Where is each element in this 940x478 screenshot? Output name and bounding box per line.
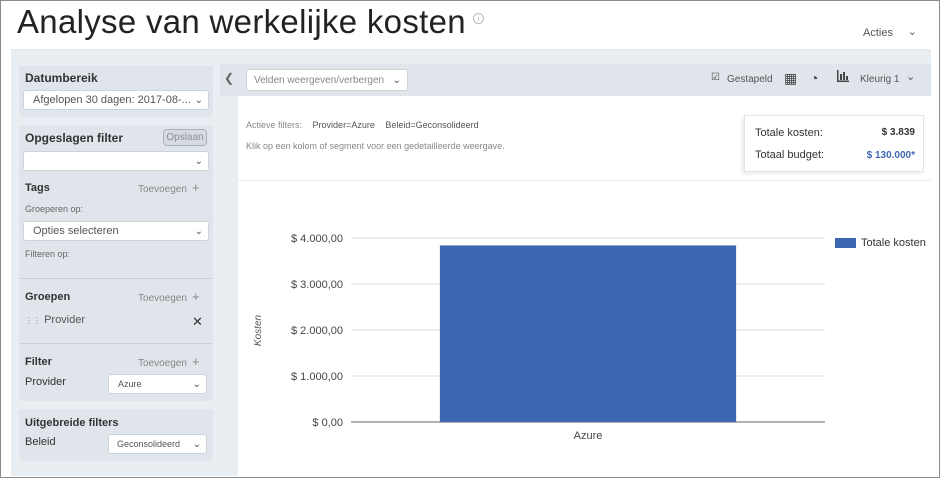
actions-label: Acties: [863, 27, 893, 39]
tags-options-select[interactable]: Opties selecteren ⌄: [23, 221, 209, 241]
divider: [19, 343, 213, 344]
chevron-down-icon[interactable]: ⌄: [906, 70, 915, 83]
filter-by-label: Filteren op:: [25, 249, 71, 259]
filter-title: Filter: [25, 356, 52, 368]
date-range-title: Datumbereik: [25, 71, 98, 85]
fields-toggle-button[interactable]: Velden weergeven/verbergen ⌄: [246, 69, 408, 91]
collapse-sidebar-icon[interactable]: ❮: [224, 71, 234, 85]
legend-label: Totale kosten: [861, 237, 926, 249]
chevron-down-icon: ⌄: [194, 156, 203, 167]
tags-add-link[interactable]: Toevoegen: [138, 184, 187, 195]
advanced-field-label: Beleid: [25, 436, 56, 448]
filter-add-link[interactable]: Toevoegen: [138, 358, 187, 369]
section-divider: [238, 180, 931, 181]
window-frame: Analyse van werkelijke kosten i Acties ⌄…: [0, 0, 940, 478]
total-cost-value: $ 3.839: [881, 127, 915, 138]
color-scheme-label[interactable]: Kleurig 1: [860, 74, 899, 85]
grid-icon[interactable]: ▦: [784, 70, 797, 87]
chart-toolbar: ❮ Velden weergeven/verbergen ⌄ ☑ Gestape…: [220, 64, 931, 96]
y-tick-label: $ 2.000,00: [291, 325, 343, 337]
groups-title: Groepen: [25, 291, 71, 303]
saved-filter-title: Opgeslagen filter: [25, 131, 124, 145]
bar-chart-icon[interactable]: [836, 69, 850, 86]
info-icon[interactable]: i: [473, 13, 484, 24]
y-tick-label: $ 4.000,00: [291, 233, 343, 245]
date-range-panel: Datumbereik Afgelopen 30 dagen: 2017-08-…: [19, 66, 213, 117]
remove-group-icon[interactable]: ✕: [192, 314, 203, 330]
drilldown-hint: Klik op een kolom of segment voor een ge…: [246, 141, 505, 151]
y-tick-label: $ 1.000,00: [291, 371, 343, 383]
summary-box: Totale kosten: $ 3.839 Totaal budget: $ …: [744, 115, 924, 172]
save-filter-button[interactable]: Opslaan: [163, 129, 207, 146]
tags-title: Tags: [25, 182, 50, 194]
active-filters-label: Actieve filters:: [246, 120, 303, 130]
groups-add-icon[interactable]: +: [192, 289, 200, 304]
date-range-select[interactable]: Afgelopen 30 dagen: 2017-08-... ⌄: [23, 90, 209, 110]
page-title: Analyse van werkelijke kosten: [17, 3, 466, 40]
actions-dropdown[interactable]: Acties ⌄: [857, 23, 923, 43]
y-axis-label: Kosten: [253, 314, 265, 347]
advanced-filters-panel: Uitgebreide filters Beleid Geconsolideer…: [19, 409, 213, 461]
filter-add-icon[interactable]: +: [192, 354, 200, 369]
groups-add-link[interactable]: Toevoegen: [138, 293, 187, 304]
group-item-label: Provider: [44, 314, 86, 326]
fields-toggle-label: Velden weergeven/verbergen: [254, 75, 385, 86]
saved-filter-select[interactable]: ⌄: [23, 151, 209, 171]
chevron-down-icon: ⌄: [192, 439, 201, 450]
group-by-label: Groeperen op:: [25, 204, 84, 214]
total-budget-value: $ 130.000*: [866, 150, 915, 161]
filter-value-select[interactable]: Azure ⌄: [108, 374, 207, 394]
active-filter-item[interactable]: Beleid=Geconsolideerd: [385, 120, 478, 130]
tags-options-placeholder: Opties selecteren: [33, 225, 119, 237]
checkbox-icon[interactable]: ☑: [711, 72, 720, 83]
pie-chart-icon[interactable]: ◔: [810, 70, 818, 86]
active-filter-item[interactable]: Provider=Azure: [313, 120, 375, 130]
drag-handle-icon[interactable]: ⋮⋮: [25, 316, 41, 325]
active-filters: Actieve filters: Provider=Azure Beleid=G…: [246, 120, 487, 130]
tags-add-icon[interactable]: +: [192, 180, 200, 195]
chevron-down-icon: ⌄: [194, 95, 203, 106]
chevron-down-icon: ⌄: [192, 379, 201, 390]
cost-bar-chart: $ 0,00 $ 1.000,00 $ 2.000,00 $ 3.000,00 $ 4.…: [291, 233, 825, 442]
advanced-value-select[interactable]: Geconsolideerd ⌄: [108, 434, 207, 454]
legend-swatch: [835, 238, 856, 248]
group-item-provider[interactable]: ⋮⋮ Provider: [25, 314, 85, 326]
filter-value: Azure: [118, 379, 142, 389]
filter-field-label: Provider: [25, 376, 66, 388]
divider: [19, 278, 213, 279]
advanced-value: Geconsolideerd: [117, 439, 181, 449]
y-tick-label: $ 0,00: [312, 417, 343, 429]
stacked-label: Gestapeld: [727, 74, 773, 85]
total-cost-label: Totale kosten:: [755, 127, 823, 139]
x-tick-label: Azure: [574, 430, 603, 442]
y-tick-label: $ 3.000,00: [291, 279, 343, 291]
advanced-filters-title: Uitgebreide filters: [25, 417, 119, 429]
bar[interactable]: [439, 245, 737, 422]
total-budget-label: Totaal budget:: [755, 149, 825, 161]
chevron-down-icon: ⌄: [392, 75, 401, 86]
chevron-down-icon: ⌄: [907, 26, 917, 38]
chevron-down-icon: ⌄: [194, 226, 203, 237]
filters-panel: Opgeslagen filter Opslaan ⌄ Tags Toevoeg…: [19, 125, 213, 401]
date-range-value: Afgelopen 30 dagen: 2017-08-...: [33, 94, 191, 106]
